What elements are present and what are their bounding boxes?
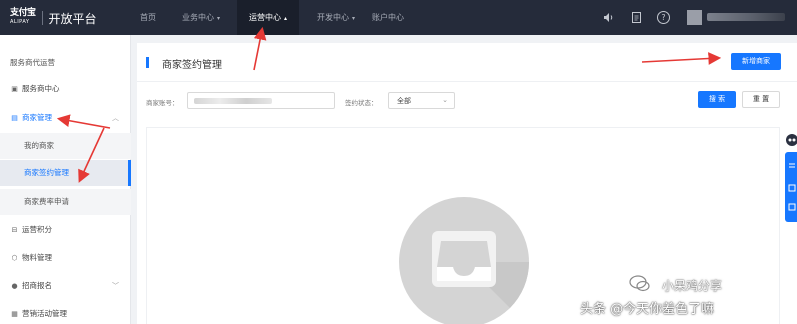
sidebar-item-label: 服务商中心: [22, 84, 60, 93]
nav-home[interactable]: 首页: [140, 0, 156, 35]
empty-state-illustration: [399, 197, 529, 324]
result-table-area: [146, 127, 780, 324]
sidebar-item-fee-application[interactable]: 商家费率申请: [0, 189, 131, 215]
chevron-down-icon: ▾: [217, 15, 221, 22]
sidebar-item-label: 招商报名: [22, 281, 52, 290]
sidebar-item-merchant-signing[interactable]: 商家签约管理: [0, 160, 131, 186]
page-title: 商家签约管理: [162, 60, 222, 71]
box-icon: ⬡: [11, 254, 18, 262]
grid-icon: ▣: [11, 85, 18, 93]
add-merchant-button[interactable]: 新增商家: [731, 53, 781, 70]
sidebar-item-label: 物料管理: [22, 253, 52, 262]
nav-operations-center[interactable]: 运营中心 ▴: [237, 0, 300, 35]
wechat-watermark-icon: [629, 275, 650, 292]
nav-account-center[interactable]: 账户中心: [372, 0, 404, 35]
chevron-down-icon: ﹀: [112, 282, 119, 290]
alipay-logo-sub: ALIPAY: [10, 19, 30, 25]
nav-business-center-label: 业务中心: [182, 13, 214, 22]
chevron-up-icon: ▴: [284, 15, 288, 22]
avatar[interactable]: [687, 10, 702, 25]
nav-dev-center-label: 开发中心: [317, 13, 349, 22]
sidebar-item-marketing[interactable]: ▦ 营销活动管理: [0, 301, 131, 324]
user-icon: ●: [11, 282, 18, 290]
merchant-account-value-blurred: [194, 98, 272, 104]
sidebar-item-label: 商家签约管理: [24, 168, 69, 177]
chevron-down-icon: ▾: [352, 15, 356, 22]
sign-status-label: 签约状态：: [345, 99, 378, 107]
sidebar-item-my-merchants[interactable]: 我的商家: [0, 133, 131, 159]
user-name-blurred[interactable]: [707, 13, 785, 21]
reset-button[interactable]: 重 置: [742, 91, 780, 108]
top-navbar: 支付宝 ALIPAY 开放平台 首页 业务中心 ▾ 运营中心 ▴ 开发中心 ▾ 账户中…: [0, 0, 797, 35]
brand-logo[interactable]: 支付宝 ALIPAY 开放平台: [10, 9, 97, 27]
platform-name: 开放平台: [48, 11, 97, 26]
nav-dev-center[interactable]: 开发中心 ▾: [317, 0, 355, 35]
alipay-logo-mark: 支付宝 ALIPAY: [10, 9, 36, 27]
inbox-icon: [432, 231, 529, 324]
merchant-account-label: 商家账号：: [146, 99, 179, 107]
title-accent-bar: [146, 57, 149, 68]
sidebar-item-label: 我的商家: [24, 141, 54, 150]
sidebar-item-label: 运营积分: [22, 225, 52, 234]
logo-divider: [41, 11, 43, 25]
sidebar-item-label: 营销活动管理: [22, 309, 67, 318]
chevron-down-icon: ⌄: [442, 96, 448, 104]
app-root: 支付宝 ALIPAY 开放平台 首页 业务中心 ▾ 运营中心 ▴ 开发中心 ▾ 账户中…: [0, 0, 797, 324]
watermark-line-1: 小呆鸡分享: [662, 279, 723, 293]
store-icon: ▤: [11, 114, 18, 122]
document-icon[interactable]: [630, 11, 643, 24]
sidebar-item-materials[interactable]: ⬡ 物料管理: [0, 245, 131, 271]
search-button[interactable]: 搜 索: [698, 91, 736, 108]
sidebar-item-recruitment[interactable]: ● 招商报名 ﹀: [0, 273, 131, 299]
sidebar-item-operation-points[interactable]: ⊟ 运营积分: [0, 217, 131, 243]
sidebar-header: 服务商代运营: [10, 58, 55, 67]
nav-account-center-label: 账户中心: [372, 13, 404, 22]
points-icon: ⊟: [11, 226, 18, 234]
alipay-logo-text: 支付宝: [10, 8, 36, 18]
help-icon[interactable]: ?: [657, 11, 670, 24]
title-divider: [137, 81, 797, 82]
sidebar: 服务商代运营 ▣ 服务商中心 ▤ 商家管理 ︿ 我的商家 商家签约管理 商家费率申请…: [0, 35, 131, 324]
nav-operations-center-label: 运营中心: [249, 13, 281, 22]
nav-business-center[interactable]: 业务中心 ▾: [182, 0, 220, 35]
nav-home-label: 首页: [140, 13, 156, 22]
watermark-line-2: 头条 @今天你羞色了嘛: [580, 302, 715, 317]
sidebar-item-merchant-management[interactable]: ▤ 商家管理 ︿: [0, 105, 131, 131]
floating-side-toolbar[interactable]: [785, 152, 797, 222]
sign-status-select[interactable]: 全部 ⌄: [388, 92, 455, 109]
marketing-icon: ▦: [11, 310, 18, 318]
speaker-icon[interactable]: [602, 11, 615, 24]
assistant-robot-icon[interactable]: [783, 132, 797, 150]
sidebar-item-label: 商家费率申请: [24, 197, 69, 206]
sidebar-item-label: 商家管理: [22, 113, 52, 122]
merchant-account-input[interactable]: [187, 92, 335, 109]
sign-status-value: 全部: [397, 97, 411, 105]
sidebar-item-provider-center[interactable]: ▣ 服务商中心: [0, 76, 131, 102]
chevron-up-icon: ︿: [112, 114, 119, 122]
